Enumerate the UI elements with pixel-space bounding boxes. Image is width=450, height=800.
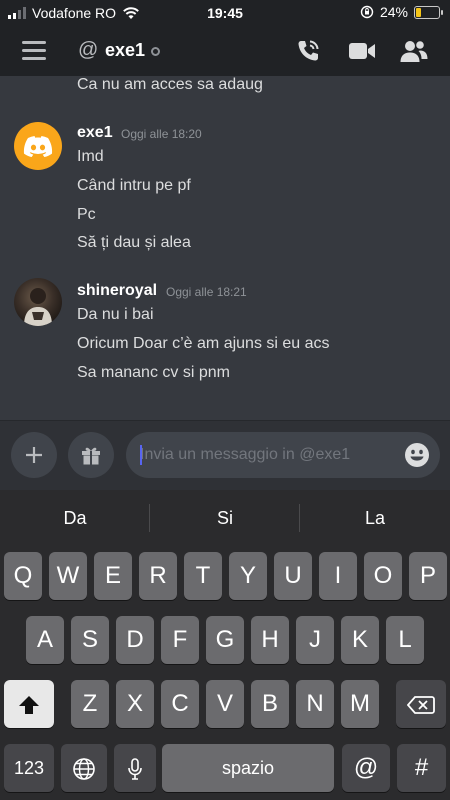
message-author[interactable]: shineroyal bbox=[77, 282, 157, 300]
key-q[interactable]: Q bbox=[4, 552, 42, 600]
key-w[interactable]: W bbox=[49, 552, 87, 600]
key-t[interactable]: T bbox=[184, 552, 222, 600]
key-i[interactable]: I bbox=[319, 552, 357, 600]
shift-key[interactable] bbox=[4, 680, 54, 728]
voice-call-icon[interactable] bbox=[295, 38, 323, 64]
key-m[interactable]: M bbox=[341, 680, 379, 728]
dictation-key[interactable] bbox=[114, 744, 156, 792]
suggestion-bar: Da Si La bbox=[0, 490, 450, 546]
key-g[interactable]: G bbox=[206, 616, 244, 664]
suggestion-3[interactable]: La bbox=[300, 490, 450, 546]
gift-icon bbox=[82, 447, 100, 465]
key-f[interactable]: F bbox=[161, 616, 199, 664]
message-timestamp: Oggi alle 18:21 bbox=[166, 285, 247, 299]
message-text: Oricum Doar c’è am ajuns si eu acs bbox=[77, 335, 330, 352]
gift-button[interactable] bbox=[68, 432, 114, 478]
user-photo-icon bbox=[24, 288, 52, 326]
channel-header: @ exe1 bbox=[0, 26, 450, 76]
key-e[interactable]: E bbox=[94, 552, 132, 600]
plus-icon bbox=[26, 447, 42, 463]
message-text: Sa mananc cv si pnm bbox=[77, 364, 230, 381]
hamburger-menu-icon[interactable] bbox=[22, 41, 46, 61]
key-o[interactable]: O bbox=[364, 552, 402, 600]
key-s[interactable]: S bbox=[71, 616, 109, 664]
status-dot-icon bbox=[151, 47, 160, 56]
backspace-icon bbox=[406, 695, 435, 714]
key-l[interactable]: L bbox=[386, 616, 424, 664]
message-author[interactable]: exe1 bbox=[77, 124, 113, 142]
key-j[interactable]: J bbox=[296, 616, 334, 664]
key-v[interactable]: V bbox=[206, 680, 244, 728]
key-u[interactable]: U bbox=[274, 552, 312, 600]
message-composer bbox=[0, 420, 450, 490]
key-z[interactable]: Z bbox=[71, 680, 109, 728]
message-text: Pc bbox=[77, 206, 96, 223]
battery-icon bbox=[414, 5, 443, 19]
key-c[interactable]: C bbox=[161, 680, 199, 728]
key-x[interactable]: X bbox=[116, 680, 154, 728]
channel-name[interactable]: exe1 bbox=[105, 40, 145, 61]
message-input-wrapper bbox=[126, 432, 440, 478]
message-text: Ca nu am acces sa adaug bbox=[77, 76, 263, 93]
hash-key[interactable]: # bbox=[397, 744, 446, 792]
globe-icon bbox=[73, 757, 95, 780]
key-y[interactable]: Y bbox=[229, 552, 267, 600]
key-k[interactable]: K bbox=[341, 616, 379, 664]
members-icon[interactable] bbox=[399, 38, 429, 64]
discord-logo-icon bbox=[23, 136, 53, 157]
shift-icon bbox=[19, 695, 39, 714]
key-a[interactable]: A bbox=[26, 616, 64, 664]
video-call-icon[interactable] bbox=[347, 38, 377, 64]
backspace-key[interactable] bbox=[396, 680, 446, 728]
battery-percent: 24% bbox=[379, 4, 408, 20]
suggestion-1[interactable]: Da bbox=[0, 490, 150, 546]
key-b[interactable]: B bbox=[251, 680, 289, 728]
key-d[interactable]: D bbox=[116, 616, 154, 664]
key-r[interactable]: R bbox=[139, 552, 177, 600]
numbers-key[interactable]: 123 bbox=[4, 744, 54, 792]
message-input[interactable] bbox=[140, 432, 400, 478]
message-text: Să ți dau și alea bbox=[77, 234, 191, 251]
add-attachment-button[interactable] bbox=[11, 432, 57, 478]
key-p[interactable]: P bbox=[409, 552, 447, 600]
on-screen-keyboard: Da Si La Q W E R T Y U I O P A S D F G H… bbox=[0, 490, 450, 800]
emoji-icon[interactable] bbox=[404, 442, 430, 468]
key-h[interactable]: H bbox=[251, 616, 289, 664]
status-bar: Vodafone RO 19:45 24% bbox=[0, 0, 450, 26]
key-n[interactable]: N bbox=[296, 680, 334, 728]
message-text: Imd bbox=[77, 148, 104, 165]
space-key[interactable]: spazio bbox=[162, 744, 334, 792]
orientation-lock-icon bbox=[360, 5, 374, 19]
message-text: Când intru pe pf bbox=[77, 177, 191, 194]
avatar[interactable] bbox=[14, 278, 62, 326]
message-text: Da nu i bai bbox=[77, 306, 154, 323]
at-key[interactable]: @ bbox=[342, 744, 390, 792]
at-icon: @ bbox=[78, 39, 99, 61]
battery-fill bbox=[416, 7, 422, 17]
message-list[interactable]: Ca nu am acces sa adaug exe1 Oggi alle 1… bbox=[0, 76, 450, 420]
message-timestamp: Oggi alle 18:20 bbox=[121, 127, 202, 141]
microphone-icon bbox=[128, 757, 142, 780]
suggestion-2[interactable]: Si bbox=[150, 490, 300, 546]
avatar[interactable] bbox=[14, 122, 62, 170]
globe-key[interactable] bbox=[61, 744, 107, 792]
text-caret bbox=[140, 445, 142, 465]
